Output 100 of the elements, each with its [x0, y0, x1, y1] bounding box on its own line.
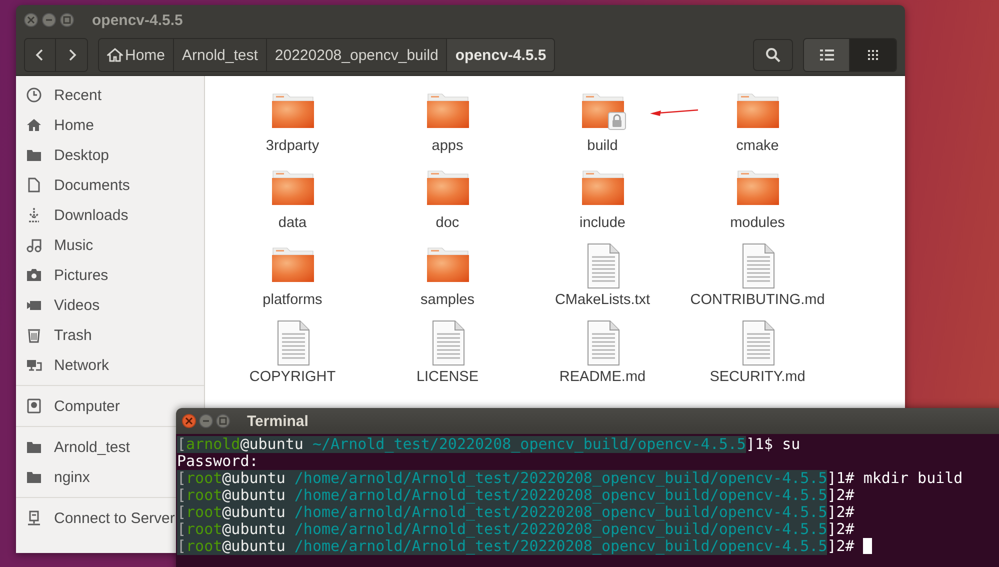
file-name[interactable]: CMakeLists.txt [554, 292, 650, 308]
file-name[interactable]: COPYRIGHT [249, 369, 336, 385]
terminal-text: /home/arnold/Arnold_test/20220208_opencv_build/opencv-4.5.5 [294, 538, 828, 555]
sidebar-item[interactable]: Music [16, 230, 94, 260]
sidebar-item-label: Downloads [54, 206, 128, 224]
sidebar-item[interactable]: nginx [16, 462, 90, 492]
home-icon [107, 47, 123, 63]
sidebar-item-label: Connect to Server [54, 510, 175, 526]
sidebar-item-label: nginx [54, 468, 90, 486]
file-name[interactable]: data [278, 215, 307, 231]
file-name[interactable]: LICENSE [416, 369, 479, 385]
terminal-text: @ubuntu [222, 521, 294, 538]
drive-icon [26, 398, 42, 414]
close-button[interactable] [182, 414, 196, 428]
terminal-text: /home/arnold/Arnold_test/20220208_opencv_build/opencv-4.5.5 [294, 504, 828, 521]
sidebar-item-label: Trash [54, 326, 92, 344]
network-icon [26, 357, 42, 373]
sidebar-item-label: Arnold_test [54, 438, 130, 456]
file-name[interactable]: doc [436, 215, 460, 231]
trash-icon [26, 327, 42, 343]
sidebar-item-label: Home [54, 116, 94, 134]
file-name[interactable]: CONTRIBUTING.md [690, 292, 825, 308]
maximize-button[interactable] [60, 13, 74, 27]
terminal-text: ]2# [827, 521, 854, 538]
sidebar-item-label: Music [54, 236, 94, 254]
close-button[interactable] [24, 13, 38, 27]
chevron-right-icon [66, 48, 76, 62]
sidebar-item[interactable]: Network [16, 350, 110, 380]
arrow [649, 108, 699, 118]
terminal-text: @ubuntu [222, 504, 294, 521]
music-icon [26, 237, 42, 253]
window-title: Terminal [247, 412, 308, 430]
list-icon [820, 49, 834, 61]
path-button[interactable]: Home [99, 39, 174, 71]
file-name[interactable]: build [587, 138, 618, 154]
file-name[interactable]: SECURITY.md [710, 369, 806, 385]
file-name[interactable]: platforms [262, 292, 322, 308]
sidebar-item-label: Computer [54, 398, 120, 414]
terminal-text: root [186, 538, 222, 555]
file-name[interactable]: README.md [559, 369, 646, 385]
server-icon [26, 510, 42, 526]
file-name[interactable]: cmake [736, 138, 779, 154]
search-button[interactable] [753, 39, 793, 71]
terminal-text: [ [177, 436, 186, 453]
sidebar-item[interactable]: Documents [16, 170, 130, 200]
terminal-text: [ [177, 487, 186, 504]
terminal-text: ]1$ su [746, 436, 800, 453]
home-icon [26, 117, 42, 133]
file-name[interactable]: 3rdparty [266, 138, 320, 154]
sidebar-item[interactable]: Downloads [16, 200, 128, 230]
minimize-button[interactable] [42, 13, 56, 27]
clock-icon [26, 87, 42, 103]
square-icon [219, 417, 227, 425]
terminal-text: /home/arnold/Arnold_test/20220208_opencv_build/opencv-4.5.5 [294, 470, 828, 487]
path-button[interactable]: opencv-4.5.5 [447, 39, 554, 71]
terminal-text: arnold [186, 436, 240, 453]
sidebar-item-label: Documents [54, 176, 130, 194]
sidebar-item[interactable]: Pictures [16, 260, 108, 290]
square-icon [63, 16, 71, 24]
file-name[interactable]: modules [730, 215, 785, 231]
grid-icon [867, 49, 879, 61]
terminal-text: ]1# mkdir build [827, 470, 963, 487]
maximize-button[interactable] [216, 414, 230, 428]
sidebar-item[interactable]: Videos [16, 290, 100, 320]
list-view-button[interactable] [804, 39, 850, 71]
terminal-text: [ [177, 521, 186, 538]
terminal-text: /home/arnold/Arnold_test/20220208_opencv_build/opencv-4.5.5 [294, 487, 828, 504]
sidebar-item[interactable]: Arnold_test [16, 432, 130, 462]
file-name[interactable]: include [580, 215, 626, 231]
terminal-text: ]2# [827, 538, 856, 555]
window-title: opencv-4.5.5 [92, 12, 183, 28]
sidebar-item[interactable]: Home [16, 110, 94, 140]
terminal-text: [ [177, 538, 186, 555]
document-icon [26, 177, 42, 193]
sidebar-item[interactable]: Desktop [16, 140, 110, 170]
terminal-text: ]2# [827, 504, 854, 521]
terminal-text: [ [177, 470, 186, 487]
download-icon [26, 207, 42, 223]
file-name[interactable]: apps [432, 138, 464, 154]
terminal-text: @ubuntu [222, 487, 294, 504]
sidebar-item-label: Recent [54, 86, 102, 104]
sidebar-item-label: Desktop [54, 146, 110, 164]
grid-view-button[interactable] [850, 39, 896, 71]
terminal-text: @ubuntu [222, 470, 294, 487]
terminal-text: Password: [177, 453, 258, 470]
sidebar-item[interactable]: Recent [16, 80, 102, 110]
folder-icon [26, 469, 42, 485]
terminal-text: @ubuntu [240, 436, 312, 453]
sidebar-item[interactable]: Trash [16, 320, 92, 350]
sidebar-item[interactable]: Computer [16, 391, 120, 421]
terminal-text: root [186, 487, 222, 504]
camera-icon [26, 267, 42, 283]
folder-icon [26, 147, 42, 163]
sidebar-item[interactable]: Connect to Server [16, 503, 175, 533]
file-name[interactable]: samples [420, 292, 474, 308]
sidebar-item-label: Pictures [54, 266, 108, 284]
terminal-text: root [186, 470, 222, 487]
minimize-button[interactable] [199, 414, 213, 428]
sidebar-item-label: Network [54, 356, 110, 374]
back-button[interactable] [25, 39, 56, 71]
